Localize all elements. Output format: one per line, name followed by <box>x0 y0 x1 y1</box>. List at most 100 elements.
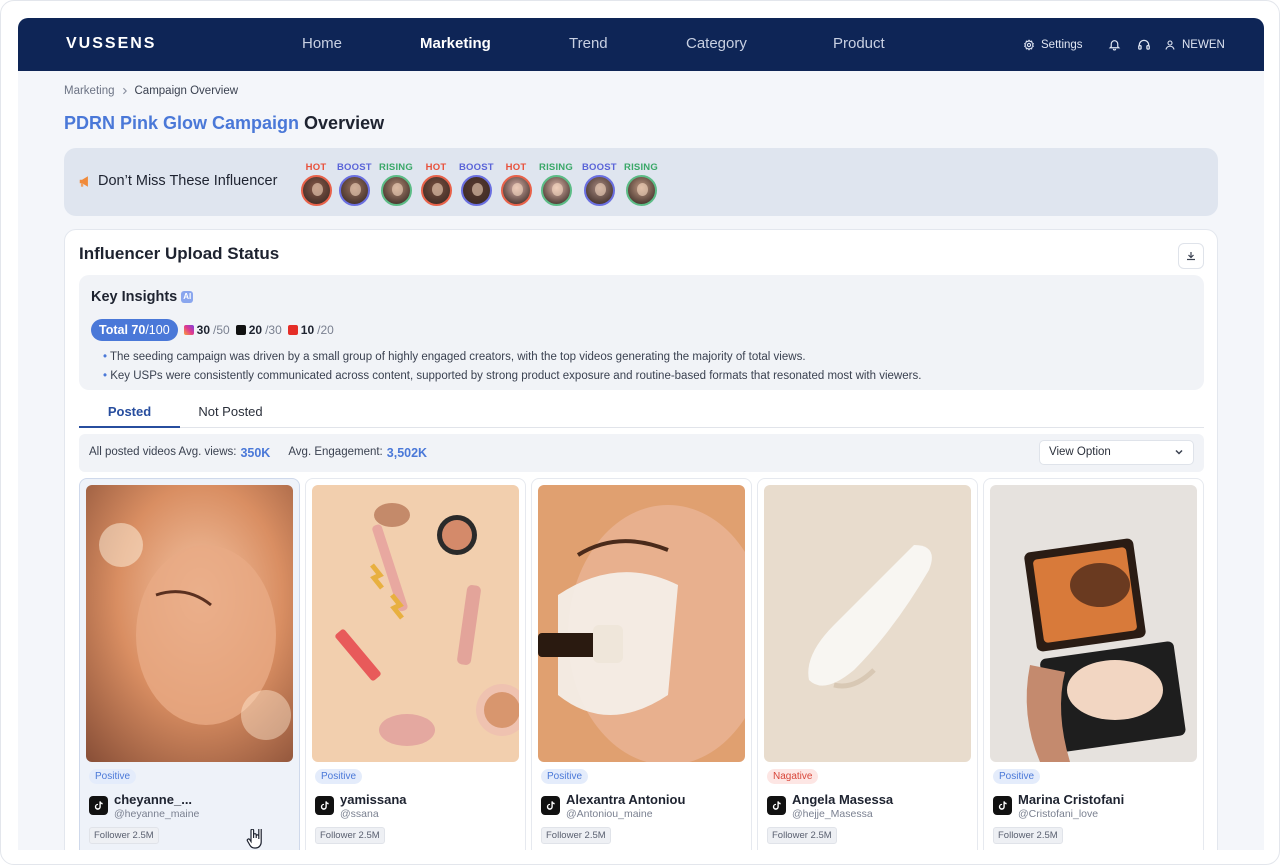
follower-count: Follower 2.5M <box>89 827 159 844</box>
tiktok-icon <box>315 796 334 815</box>
stats-bar: All posted videos Avg. views: 350K Avg. … <box>79 434 1204 472</box>
bell-icon <box>1108 40 1121 51</box>
avg-views-value: 350K <box>240 446 271 460</box>
follower-count: Follower 2.5M <box>315 827 385 844</box>
avatar <box>300 175 332 206</box>
total-label: Total <box>99 323 128 337</box>
stats-text: All posted videos Avg. views: 350K Avg. … <box>89 446 427 460</box>
video-thumbnail[interactable] <box>312 485 519 762</box>
influencer-avatar-item[interactable]: BOOST <box>582 162 617 206</box>
influencer-avatar-item[interactable]: HOT <box>499 162 533 206</box>
chevron-down-icon <box>1175 449 1183 455</box>
tiktok-icon <box>541 796 560 815</box>
video-card[interactable]: Nagative Angela Masessa @hejje_Masessa F… <box>757 478 978 850</box>
nav-marketing[interactable]: Marketing <box>420 35 491 52</box>
chevron-right-icon <box>122 87 127 95</box>
video-thumbnail[interactable] <box>538 485 745 762</box>
avg-engagement-value: 3,502K <box>386 446 428 460</box>
influencer-avatar-item[interactable]: RISING <box>624 162 658 206</box>
headset-icon <box>1138 39 1150 50</box>
top-navigation: VUSSENS Home Marketing Trend Category Pr… <box>18 18 1264 71</box>
view-option-value: View Option <box>1049 446 1111 458</box>
megaphone-icon <box>79 175 88 187</box>
thumbnail-image <box>764 485 971 762</box>
page-title: PDRN Pink Glow Campaign Overview <box>64 113 384 134</box>
video-card[interactable]: Positive cheyanne_... @heyanne_maine Fol… <box>79 478 300 850</box>
follower-count: Follower 2.5M <box>993 827 1063 844</box>
creator-handle: @hejje_Masessa <box>792 808 873 820</box>
video-card[interactable]: Positive yamissana @ssana Follower 2.5M <box>305 478 526 850</box>
influencer-avatar-item[interactable]: HOT <box>419 162 453 206</box>
tiktok-icon <box>993 796 1012 815</box>
nav-trend[interactable]: Trend <box>569 35 608 52</box>
instagram-icon <box>183 325 194 335</box>
influencer-tag: HOT <box>505 162 527 173</box>
support-button[interactable] <box>1137 18 1151 71</box>
download-button[interactable] <box>1178 243 1204 269</box>
sentiment-badge: Nagative <box>767 769 819 784</box>
insights-title: Key Insights AI <box>91 289 194 305</box>
tab-posted[interactable]: Posted <box>79 404 180 428</box>
influencer-tag: RISING <box>624 162 658 173</box>
user-menu[interactable]: NEWEN <box>1164 18 1225 71</box>
insights-title-text: Key Insights <box>91 289 178 305</box>
nav-home[interactable]: Home <box>302 35 342 52</box>
nav-category[interactable]: Category <box>686 35 747 52</box>
youtube-score: 10/20 <box>287 323 334 337</box>
thumbnail-image <box>312 485 519 762</box>
influencer-tag: BOOST <box>337 162 372 173</box>
thumbnail-image <box>86 485 293 762</box>
influencer-tag: HOT <box>425 162 447 173</box>
score-row: Total 70/100 30/50 20/30 10/20 <box>91 319 334 341</box>
creator-name: Marina Cristofani <box>1018 792 1125 807</box>
influencer-tag: RISING <box>539 162 573 173</box>
influencer-avatar-item[interactable]: RISING <box>539 162 573 206</box>
settings-button[interactable]: Settings <box>1023 18 1083 71</box>
sentiment-badge: Positive <box>315 769 363 784</box>
influencer-tag: RISING <box>379 162 413 173</box>
creator-handle: @Cristofani_love <box>1018 808 1099 820</box>
instagram-value: 30 <box>196 323 211 337</box>
influencer-avatar-item[interactable]: BOOST <box>459 162 494 206</box>
insight-bullets: The seeding campaign was driven by a sma… <box>103 348 921 385</box>
insight-bullet: The seeding campaign was driven by a sma… <box>103 348 921 367</box>
avatar <box>460 175 492 206</box>
video-thumbnail[interactable] <box>86 485 293 762</box>
influencer-avatar-item[interactable]: RISING <box>379 162 413 206</box>
key-insights: Key Insights AI Total 70/100 30/50 20/30 <box>79 275 1204 390</box>
tiktok-max: /30 <box>265 323 282 337</box>
follower-count: Follower 2.5M <box>767 827 837 844</box>
creator-name: yamissana <box>340 792 407 807</box>
creator-name: Angela Masessa <box>792 792 894 807</box>
user-icon <box>1165 39 1175 50</box>
instagram-score: 30/50 <box>183 323 230 337</box>
influencer-tag: BOOST <box>582 162 617 173</box>
avg-engagement-label: Avg. Engagement: <box>288 446 383 458</box>
breadcrumb: Marketing Campaign Overview <box>64 85 238 97</box>
thumbnail-image <box>538 485 745 762</box>
sentiment-badge: Positive <box>541 769 589 784</box>
tiktok-icon <box>89 796 108 815</box>
influencer-avatar-item[interactable]: HOT <box>299 162 333 206</box>
view-option-select[interactable]: View Option <box>1039 440 1194 465</box>
video-thumbnail[interactable] <box>990 485 1197 762</box>
video-card[interactable]: Positive Alexantra Antoniou @Antoniou_ma… <box>531 478 752 850</box>
notifications-button[interactable] <box>1108 18 1121 71</box>
breadcrumb-parent[interactable]: Marketing <box>64 85 115 97</box>
logo[interactable]: VUSSENS <box>66 35 156 53</box>
creator-handle: @Antoniou_maine <box>566 808 653 820</box>
influencer-avatar-item[interactable]: BOOST <box>337 162 372 206</box>
avatar <box>625 175 657 206</box>
tab-not-posted[interactable]: Not Posted <box>180 404 281 428</box>
avatar <box>500 175 532 206</box>
video-thumbnail[interactable] <box>764 485 971 762</box>
avatar <box>420 175 452 206</box>
gear-icon <box>1023 38 1035 51</box>
creator-handle: @ssana <box>340 808 379 820</box>
nav-product[interactable]: Product <box>833 35 885 52</box>
sentiment-badge: Positive <box>89 769 137 784</box>
tiktok-value: 20 <box>248 323 263 337</box>
thumbnail-image <box>990 485 1197 762</box>
video-card[interactable]: Positive Marina Cristofani @Cristofani_l… <box>983 478 1204 850</box>
ai-badge: AI <box>181 291 194 303</box>
